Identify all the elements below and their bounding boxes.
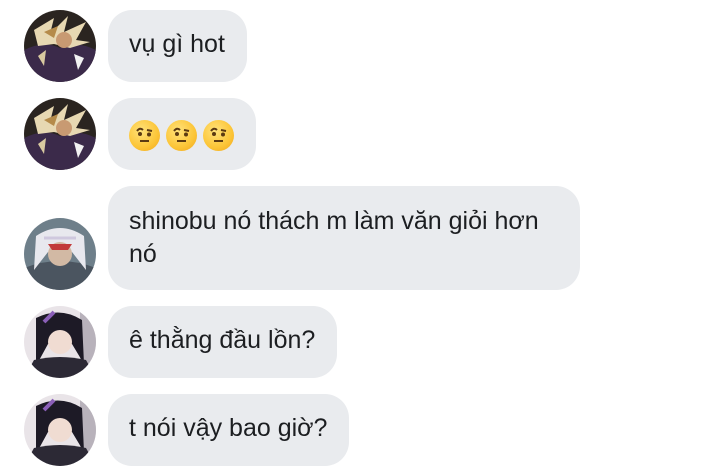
message-text: vụ gì hot — [129, 30, 225, 58]
avatar[interactable] — [24, 218, 96, 290]
face-with-raised-eyebrow-icon — [203, 120, 234, 151]
face-with-raised-eyebrow-icon — [166, 120, 197, 151]
avatar[interactable] — [24, 394, 96, 466]
message-bubble[interactable]: shinobu nó thách m làm văn giỏi hơn nó — [108, 186, 580, 290]
message-bubble[interactable]: t nói vậy bao giờ? — [108, 394, 350, 466]
message-text: shinobu nó thách m làm văn giỏi hơn nó — [129, 207, 539, 268]
face-with-raised-eyebrow-icon — [129, 120, 160, 151]
emoji-line — [129, 118, 234, 151]
avatar[interactable] — [24, 306, 96, 378]
message-bubble[interactable] — [108, 98, 256, 170]
message-text: t nói vậy bao giờ? — [129, 414, 328, 442]
message-bubble[interactable]: vụ gì hot — [108, 10, 247, 82]
message-text: ê thằng đầu lồn? — [129, 326, 316, 354]
avatar[interactable] — [24, 98, 96, 170]
avatar[interactable] — [24, 10, 96, 82]
message-bubble[interactable]: ê thằng đầu lồn? — [108, 306, 338, 378]
